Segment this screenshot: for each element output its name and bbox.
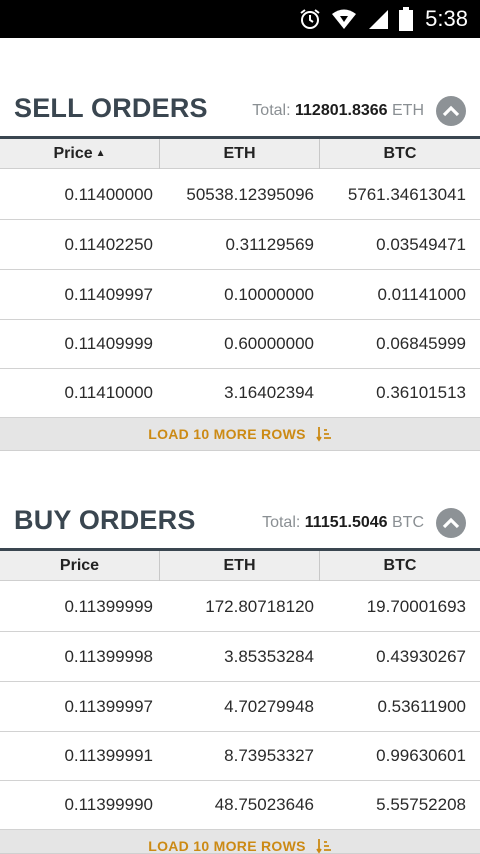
buy-total-unit: BTC (392, 514, 424, 531)
eth-cell: 50538.12395096 (186, 184, 314, 204)
eth-cell: 0.10000000 (224, 284, 314, 304)
eth-cell: 3.16402394 (224, 382, 314, 402)
price-cell: 0.11410000 (64, 382, 153, 402)
status-bar: 5:38 (0, 0, 480, 38)
buy-load-more-button[interactable]: LOAD 10 MORE ROWS (0, 830, 480, 854)
load-more-label: LOAD 10 MORE ROWS (148, 426, 306, 442)
sort-asc-icon: ▲ (95, 148, 106, 159)
sell-total-label: Total: (252, 102, 291, 119)
eth-cell: 3.85353284 (224, 646, 314, 666)
table-row[interactable]: 0.11400000 50538.12395096 5761.34613041 (0, 170, 480, 220)
table-row[interactable]: 0.11399998 3.85353284 0.43930267 (0, 632, 480, 682)
sell-collapse-button[interactable] (436, 96, 466, 126)
btc-cell: 0.06845999 (376, 333, 466, 353)
sell-table-header: Price ▲ ETH BTC (0, 139, 480, 169)
table-row[interactable]: 0.11409997 0.10000000 0.01141000 (0, 270, 480, 320)
table-row[interactable]: 0.11402250 0.31129569 0.03549471 (0, 220, 480, 270)
eth-cell: 4.70279948 (224, 696, 314, 716)
table-row[interactable]: 0.11409999 0.60000000 0.06845999 (0, 319, 480, 369)
eth-cell: 0.60000000 (224, 333, 314, 353)
buy-orders-header: BUY ORDERS Total: 11151.5046 BTC (0, 505, 480, 546)
sort-rows-icon (316, 838, 332, 854)
price-cell: 0.11400000 (64, 184, 153, 204)
btc-cell: 0.03549471 (376, 234, 466, 254)
table-row[interactable]: 0.11399997 4.70279948 0.53611900 (0, 682, 480, 732)
sell-orders-total: Total: 112801.8366 ETH (252, 102, 424, 120)
btc-cell: 0.43930267 (376, 646, 466, 666)
btc-cell: 0.99630601 (376, 745, 466, 765)
eth-cell: 0.31129569 (225, 234, 314, 254)
signal-icon (367, 8, 389, 30)
wifi-icon (331, 8, 357, 30)
table-row[interactable]: 0.11399991 8.73953327 0.99630601 (0, 731, 480, 781)
btc-cell: 19.70001693 (366, 596, 466, 616)
price-cell: 0.11402250 (64, 234, 153, 254)
status-time: 5:38 (425, 6, 468, 31)
buy-col-eth[interactable]: ETH (160, 551, 320, 581)
table-row[interactable]: 0.11410000 3.16402394 0.36101513 (0, 368, 480, 418)
load-more-label: LOAD 10 MORE ROWS (148, 838, 306, 854)
table-row[interactable]: 0.11399990 48.75023646 5.55752208 (0, 780, 480, 830)
buy-col-btc[interactable]: BTC (320, 551, 480, 581)
buy-total-label: Total: (262, 514, 301, 531)
price-cell: 0.11399998 (64, 646, 153, 666)
btc-cell: 0.53611900 (377, 696, 466, 716)
price-cell: 0.11399997 (64, 696, 153, 716)
buy-total-value: 11151.5046 (304, 514, 388, 531)
btc-cell: 5.55752208 (376, 794, 466, 814)
btc-cell: 5761.34613041 (347, 184, 466, 204)
sell-orders-title: SELL ORDERS (14, 93, 208, 123)
chevron-up-icon (442, 517, 460, 529)
price-cell: 0.11409997 (64, 284, 153, 304)
price-cell: 0.11399990 (64, 794, 153, 814)
sell-col-price[interactable]: Price ▲ (0, 139, 160, 169)
alarm-icon (299, 8, 321, 30)
price-cell: 0.11399999 (64, 596, 153, 616)
sell-total-unit: ETH (392, 102, 424, 119)
chevron-up-icon (442, 105, 460, 117)
sell-col-eth[interactable]: ETH (160, 139, 320, 169)
table-row[interactable]: 0.11399999 172.80718120 19.70001693 (0, 582, 480, 632)
buy-orders-total: Total: 11151.5046 BTC (262, 514, 424, 532)
buy-collapse-button[interactable] (436, 508, 466, 538)
price-cell: 0.11399991 (64, 745, 153, 765)
btc-cell: 0.01141000 (377, 284, 466, 304)
buy-col-price[interactable]: Price (0, 551, 160, 581)
price-cell: 0.11409999 (64, 333, 153, 353)
eth-cell: 48.75023646 (214, 794, 314, 814)
buy-table-header: Price ETH BTC (0, 551, 480, 581)
eth-cell: 8.73953327 (224, 745, 314, 765)
eth-cell: 172.80718120 (205, 596, 314, 616)
buy-orders-title: BUY ORDERS (14, 505, 196, 535)
sort-rows-icon (316, 426, 332, 442)
battery-icon (399, 7, 414, 31)
btc-cell: 0.36101513 (376, 382, 466, 402)
sell-load-more-button[interactable]: LOAD 10 MORE ROWS (0, 418, 480, 451)
sell-total-value: 112801.8366 (295, 102, 388, 119)
sell-col-btc[interactable]: BTC (320, 139, 480, 169)
sell-orders-header: SELL ORDERS Total: 112801.8366 ETH (0, 93, 480, 134)
